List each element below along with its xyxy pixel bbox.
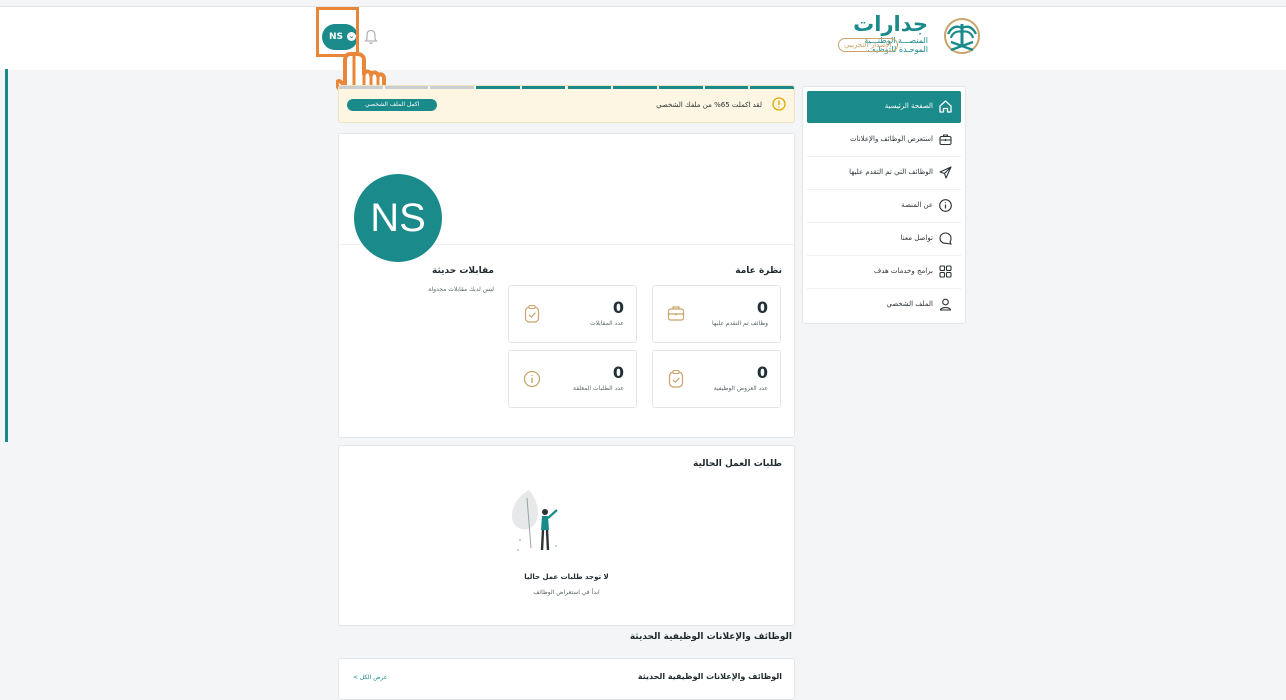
sidebar-item-label: الوظائف التي تم التقدم عليها xyxy=(849,168,933,176)
bell-icon[interactable] xyxy=(364,29,378,45)
clipboard-check-icon xyxy=(524,304,540,323)
stat-value: 0 xyxy=(612,298,624,317)
warning-icon xyxy=(772,97,786,111)
brand-logo[interactable]: جدارات المنصـــة الوطنـــية الموحـدة للت… xyxy=(838,12,982,56)
top-header xyxy=(0,6,1286,70)
sidebar-item-about[interactable]: عن المنصة xyxy=(807,190,961,223)
stat-value: 0 xyxy=(612,363,624,382)
complete-profile-button[interactable]: اكمل الملف الشخصي xyxy=(347,99,438,111)
sidebar-item-label: استعرض الوظائف والإعلانات xyxy=(849,135,933,143)
beta-badge: الإصدار التجريبي xyxy=(838,38,898,52)
sidebar-item-contact[interactable]: تواصل معنا xyxy=(807,223,961,256)
recent-jobs-card-title: الوظائف والإعلانات الوظيفية الحديثة xyxy=(637,672,782,681)
profile-completion-banner: لقد اكملت 65% من ملفك الشخصي اكمل الملف … xyxy=(338,85,795,123)
progress-segment xyxy=(521,86,566,89)
applications-title: طلبات العمل الحالية xyxy=(693,459,782,469)
sidebar-item-label: الملف الشخصي xyxy=(886,300,933,308)
profile-overview-card: NS نظرة عامة مقابلات حديثة ليس لديك مقاب… xyxy=(338,133,795,438)
progress-segment xyxy=(339,86,383,89)
stat-value: 0 xyxy=(756,298,768,317)
stat-job-offers[interactable]: 0 عدد العروض الوظيفية xyxy=(652,350,781,408)
chat-icon xyxy=(939,232,952,245)
left-accent-bar xyxy=(5,69,8,442)
recent-interviews-title: مقابلات حديثة xyxy=(431,266,494,276)
briefcase-icon xyxy=(667,306,685,321)
stat-label: عدد العروض الوظيفية xyxy=(713,385,768,392)
progress-segment xyxy=(704,86,749,89)
sidebar-item-label: الصفحة الرئيسية xyxy=(884,102,933,110)
sidebar-item-label: عن المنصة xyxy=(901,201,933,209)
stat-value: 0 xyxy=(756,363,768,382)
sidebar-item-label: تواصل معنا xyxy=(900,234,933,242)
sidebar-item-browse-jobs[interactable]: استعرض الوظائف والإعلانات xyxy=(807,124,961,157)
sidebar-item-profile[interactable]: الملف الشخصي xyxy=(807,289,961,321)
recent-jobs-card: الوظائف والإعلانات الوظيفية الحديثة عرض … xyxy=(338,658,795,700)
recent-jobs-heading: الوظائف والإعلانات الوظيفية الحديثة xyxy=(629,632,792,642)
grid-icon xyxy=(939,265,952,278)
progress-segment xyxy=(658,86,703,89)
progress-segment xyxy=(476,86,520,89)
progress-segment xyxy=(384,86,429,89)
applications-empty-title: لا توجد طلبات عمل حاليا xyxy=(524,573,609,581)
sidebar-item-programs[interactable]: برامج وخدمات هدف xyxy=(807,256,961,289)
sidebar-item-applied-jobs[interactable]: الوظائف التي تم التقدم عليها xyxy=(807,157,961,190)
info-icon xyxy=(523,370,541,388)
sidebar-item-home[interactable]: الصفحة الرئيسية xyxy=(807,91,961,123)
progress-segment xyxy=(750,86,794,89)
sidebar-item-label: برامج وخدمات هدف xyxy=(874,267,933,275)
stat-label: عدد المقابلات xyxy=(589,320,624,327)
stat-label: عدد الطلبات المغلقة xyxy=(572,385,624,392)
stat-applied-jobs[interactable]: 0 وظائف تم التقدم عليها xyxy=(652,285,781,343)
completion-message: لقد اكملت 65% من ملفك الشخصي xyxy=(656,101,762,109)
interviews-empty-text: ليس لديك مقابلات مجدولة xyxy=(428,286,494,293)
user-icon xyxy=(939,298,952,311)
view-all-link[interactable]: عرض الكل > xyxy=(353,674,387,681)
current-applications-card: طلبات العمل الحالية لا توجد طلبات عمل حا… xyxy=(338,445,795,626)
palm-emblem-icon xyxy=(944,18,980,54)
overview-title: نظرة عامة xyxy=(735,266,782,276)
send-icon xyxy=(939,166,952,179)
sidebar-nav: الصفحة الرئيسية استعرض الوظائف والإعلانا… xyxy=(802,86,966,324)
stat-interviews[interactable]: 0 عدد المقابلات xyxy=(508,285,637,343)
progress-segment xyxy=(430,86,475,89)
empty-state-illustration xyxy=(511,490,558,551)
progress-segment xyxy=(567,86,612,89)
progress-segment xyxy=(613,86,657,89)
briefcase-icon xyxy=(939,134,952,146)
clipboard-check-icon xyxy=(668,369,684,388)
home-icon xyxy=(939,100,952,113)
info-icon xyxy=(939,199,952,212)
stat-closed-requests[interactable]: 0 عدد الطلبات المغلقة xyxy=(508,350,637,408)
brand-name: جدارات xyxy=(853,12,928,36)
profile-avatar[interactable]: NS xyxy=(354,174,442,262)
stat-label: وظائف تم التقدم عليها xyxy=(712,320,768,327)
applications-empty-subtitle: ابدأ في استعراض الوظائف xyxy=(533,589,600,596)
